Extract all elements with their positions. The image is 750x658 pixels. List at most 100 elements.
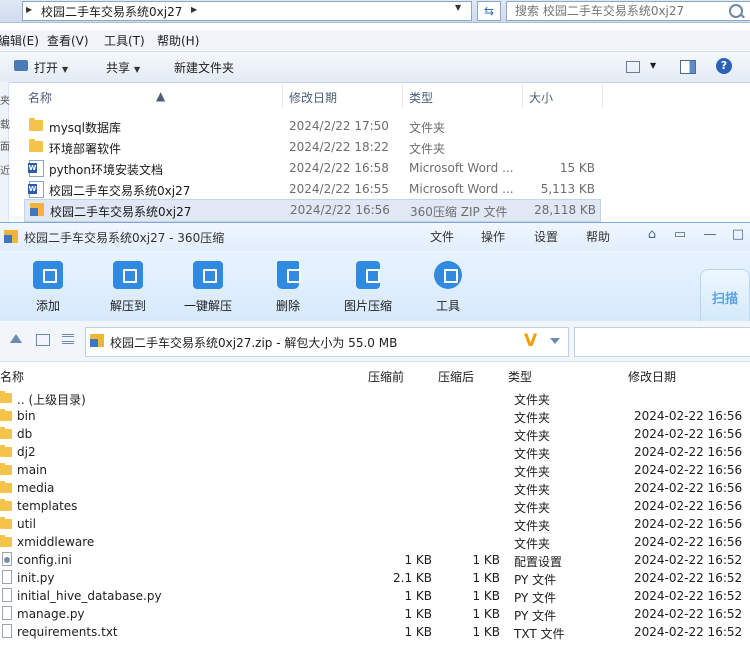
share-label: 共享 [106, 61, 131, 75]
add-button[interactable]: 添加 [13, 261, 83, 314]
skin-icon[interactable]: ⌂ [644, 227, 660, 243]
menu-help[interactable]: 帮助(H) [157, 32, 199, 49]
view-options-icon[interactable] [626, 61, 640, 73]
archive-row[interactable]: bin 文件夹 2024-02-22 16:56 [0, 407, 750, 425]
path-dropdown-icon[interactable] [550, 338, 560, 344]
col-type[interactable]: 类型 [409, 89, 433, 106]
chevron-down-icon[interactable]: ▼ [650, 61, 656, 70]
file-row[interactable]: mysql数据库 2024/2/22 17:50 文件夹 [24, 116, 599, 137]
menu-operate[interactable]: 操作 [481, 228, 505, 245]
delete-button[interactable]: 删除 [253, 261, 323, 314]
column-divider[interactable] [402, 84, 403, 108]
entry-type: PY 文件 [514, 573, 557, 587]
file-row[interactable]: 校园二手车交易系统0xj27 2024/2/22 16:55 Microsoft… [24, 179, 599, 200]
column-divider[interactable] [522, 84, 523, 108]
entry-name: db [17, 427, 33, 441]
extract-to-button[interactable]: 解压到 [93, 261, 163, 314]
menu-file[interactable]: 文件 [430, 228, 454, 245]
col-date[interactable]: 修改日期 [628, 368, 676, 385]
column-divider[interactable] [282, 84, 283, 108]
archive-row[interactable]: manage.py 1 KB 1 KB PY 文件 2024-02-22 16:52 [0, 605, 750, 623]
entry-type: 文件夹 [514, 501, 551, 515]
col-size-before[interactable]: 压缩前 [368, 368, 404, 385]
image-compress-button[interactable]: 图片压缩 [333, 261, 403, 314]
file-type: Microsoft Word ... [409, 182, 514, 196]
search-field[interactable] [506, 1, 750, 21]
archive-row[interactable]: dj2 文件夹 2024-02-22 16:56 [0, 443, 750, 461]
col-name[interactable]: 名称 [28, 89, 52, 106]
col-date[interactable]: 修改日期 [289, 89, 337, 106]
feedback-icon[interactable]: ▭ [672, 227, 688, 243]
entry-date: 2024-02-22 16:56 [634, 463, 743, 477]
entry-date: 2024-02-22 16:52 [634, 625, 743, 639]
col-size-after[interactable]: 压缩后 [438, 368, 474, 385]
archive-row[interactable]: xmiddleware 文件夹 2024-02-22 16:56 [0, 533, 750, 551]
search-input[interactable] [513, 3, 697, 19]
share-button[interactable]: 共享 ▼ [106, 59, 140, 76]
file-name: 校园二手车交易系统0xj27 [49, 184, 191, 198]
file-row-selected[interactable]: 校园二手车交易系统0xj27 2024/2/22 16:56 360压缩 ZIP… [24, 199, 601, 222]
archive-row[interactable]: .. (上级目录) 文件夹 [0, 389, 750, 407]
tools-button[interactable]: 工具 [413, 261, 483, 314]
archive-row[interactable]: templates 文件夹 2024-02-22 16:56 [0, 497, 750, 515]
breadcrumb-arrow-icon[interactable]: ▶ [191, 5, 197, 14]
menu-settings[interactable]: 设置 [534, 228, 558, 245]
address-field[interactable]: ▶ 校园二手车交易系统0xj27 ▶ [22, 1, 472, 21]
file-row[interactable]: python环境安装文档 2024/2/22 16:58 Microsoft W… [24, 158, 599, 179]
archive-row[interactable]: media 文件夹 2024-02-22 16:56 [0, 479, 750, 497]
col-type[interactable]: 类型 [508, 368, 532, 385]
entry-name: dj2 [17, 445, 36, 459]
one-click-extract-button[interactable]: 一键解压 [173, 261, 243, 314]
breadcrumb-arrow-icon[interactable]: ▶ [26, 5, 32, 14]
nav-item[interactable]: 近 [0, 162, 10, 177]
menu-edit[interactable]: 编辑(E) [0, 32, 39, 49]
open-button[interactable]: 打开 ▼ [34, 59, 68, 76]
entry-name: util [17, 517, 36, 531]
archive-row[interactable]: requirements.txt 1 KB 1 KB TXT 文件 2024-02-22… [0, 623, 750, 641]
help-icon[interactable]: ? [716, 58, 732, 74]
archive-row[interactable]: config.ini 1 KB 1 KB 配置设置 2024-02-22 16:52 [0, 551, 750, 569]
archive-row[interactable]: initial_hive_database.py 1 KB 1 KB PY 文件 202… [0, 587, 750, 605]
minimize-button[interactable]: — [702, 227, 718, 243]
file-icon [2, 588, 12, 602]
thumbnail-view-icon[interactable] [36, 334, 50, 346]
nav-item[interactable]: 载 [0, 116, 10, 131]
file-size: 28,118 KB [534, 203, 596, 217]
folder-icon [0, 409, 12, 421]
entry-type: 文件夹 [514, 519, 551, 533]
archive-search-input[interactable] [574, 327, 750, 357]
list-view-icon[interactable] [62, 334, 74, 344]
entry-size-before: 1 KB [404, 589, 432, 603]
archive-row[interactable]: init.py 2.1 KB 1 KB PY 文件 2024-02-22 16:52 [0, 569, 750, 587]
archive-row[interactable]: main 文件夹 2024-02-22 16:56 [0, 461, 750, 479]
file-date: 2024/2/22 16:55 [289, 182, 389, 196]
archive-path-field[interactable]: 校园二手车交易系统0xj27.zip - 解包大小为 55.0 MB V [85, 327, 569, 357]
maximize-button[interactable]: □ [730, 227, 746, 243]
search-icon[interactable] [729, 4, 743, 18]
archive-path-text: 校园二手车交易系统0xj27.zip - 解包大小为 55.0 MB [110, 336, 398, 350]
word-doc-icon [28, 181, 44, 198]
file-type: 360压缩 ZIP 文件 [410, 205, 508, 219]
file-row[interactable]: 环境部署软件 2024/2/22 18:22 文件夹 [24, 137, 599, 158]
entry-size-after: 1 KB [472, 607, 500, 621]
new-folder-button[interactable]: 新建文件夹 [174, 59, 234, 76]
entry-date: 2024-02-22 16:52 [634, 589, 743, 603]
col-size[interactable]: 大小 [529, 89, 553, 106]
entry-name: initial_hive_database.py [17, 589, 162, 603]
entry-name: manage.py [17, 607, 85, 621]
col-name[interactable]: 名称 [0, 368, 24, 385]
up-arrow-icon[interactable] [10, 334, 22, 343]
archive-row[interactable]: db 文件夹 2024-02-22 16:56 [0, 425, 750, 443]
entry-name: xmiddleware [17, 535, 95, 549]
nav-item[interactable]: 面 [0, 138, 10, 153]
open-icon [14, 60, 28, 71]
menu-tools[interactable]: 工具(T) [104, 32, 145, 49]
archive-row[interactable]: util 文件夹 2024-02-22 16:56 [0, 515, 750, 533]
column-divider[interactable] [602, 84, 603, 108]
address-dropdown-icon[interactable]: ▼ [455, 3, 461, 12]
preview-pane-icon[interactable] [680, 60, 696, 74]
menu-view[interactable]: 查看(V) [47, 32, 89, 49]
delete-label: 删除 [275, 299, 300, 313]
menu-help[interactable]: 帮助 [586, 228, 610, 245]
refresh-button[interactable]: ⇆ [477, 1, 501, 21]
